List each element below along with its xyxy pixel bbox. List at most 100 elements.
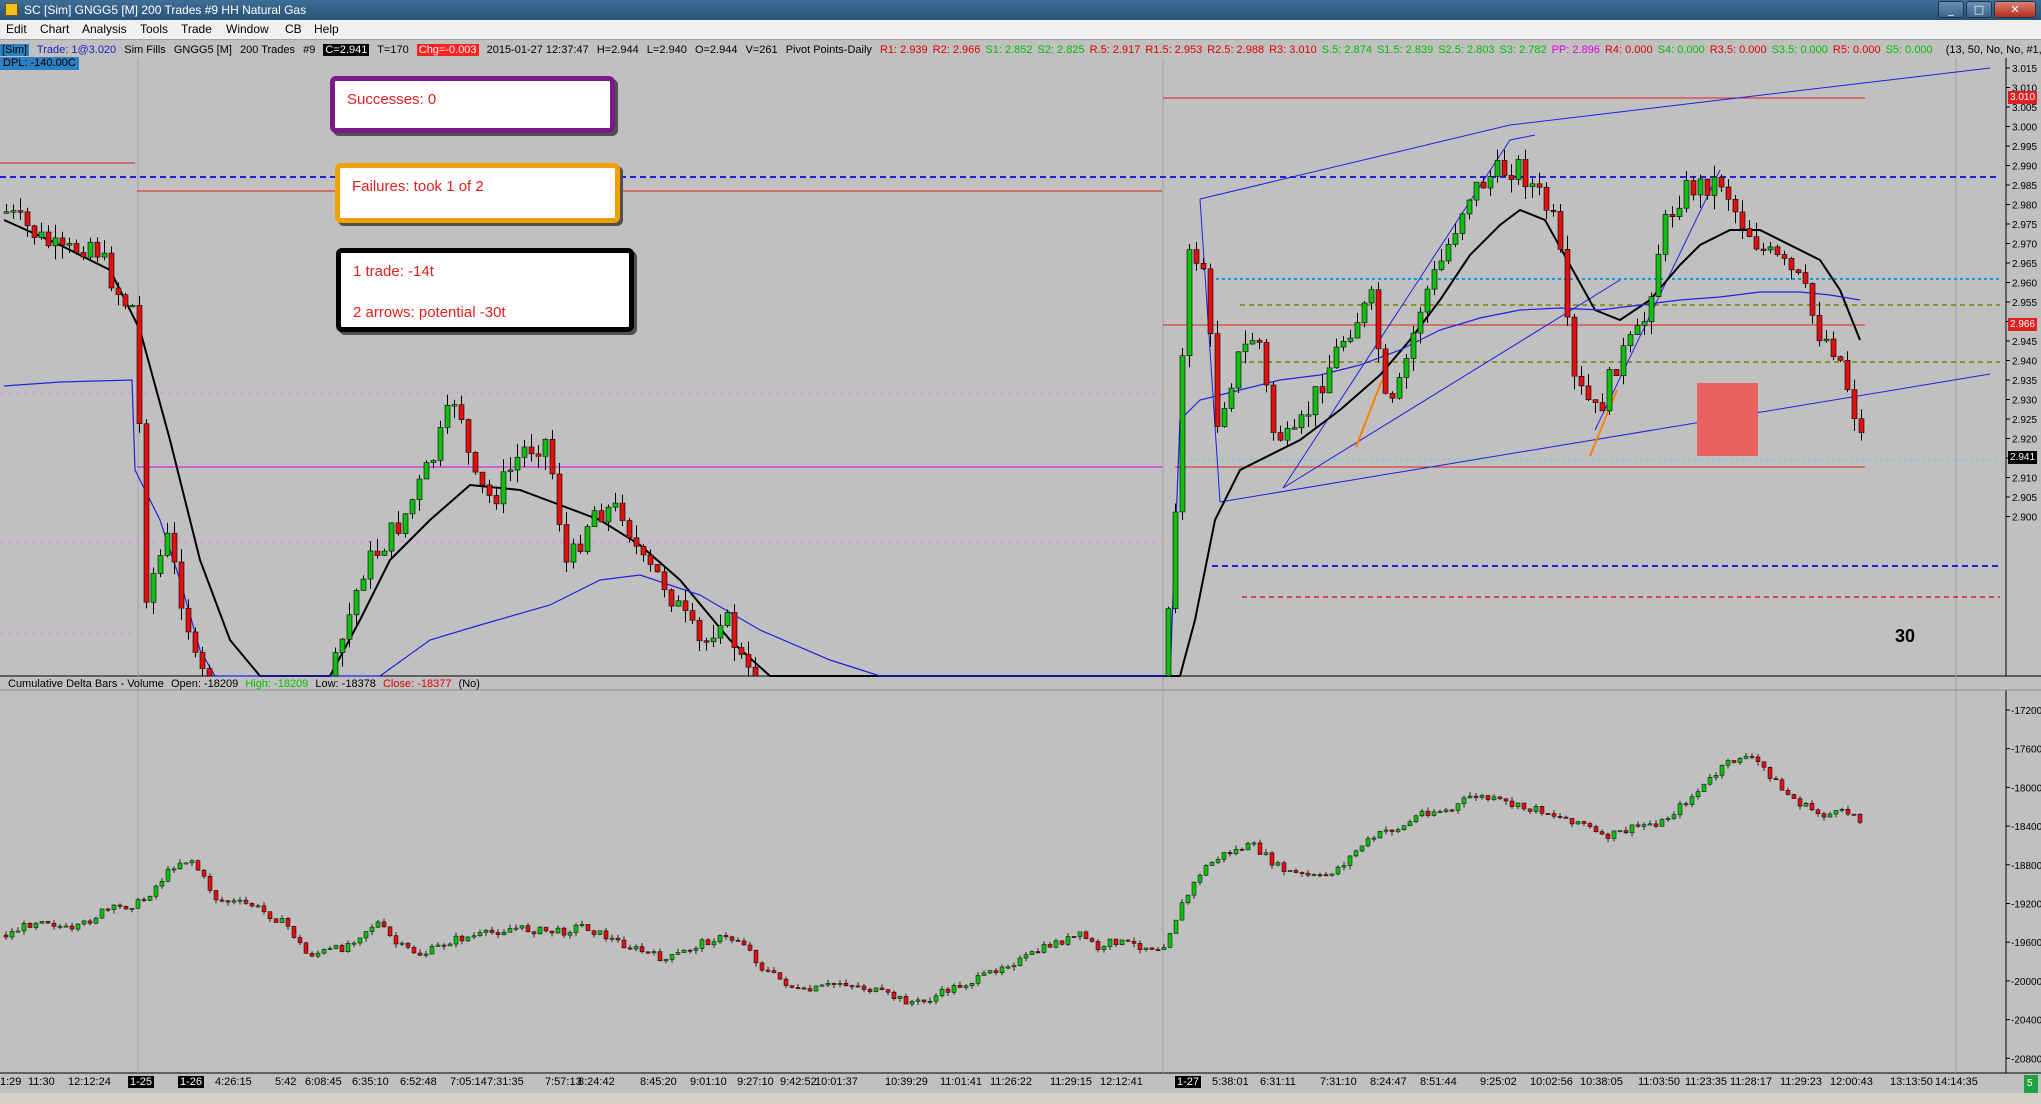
- time-axis-label: 11:03:50: [1638, 1076, 1681, 1088]
- delta-candle: [1371, 837, 1377, 840]
- delta-candle: [1569, 818, 1575, 825]
- price-tick-label: 2.935: [2012, 376, 2037, 387]
- menu-bar: Edit Chart Analysis Tools Trade Window C…: [0, 20, 2041, 40]
- menu-tools[interactable]: Tools: [140, 22, 168, 37]
- price-candle: [703, 640, 710, 643]
- price-candle: [381, 550, 388, 556]
- delta-candle: [1545, 813, 1551, 815]
- price-candle: [1312, 386, 1319, 416]
- menu-analysis[interactable]: Analysis: [82, 22, 127, 37]
- delta-candle: [519, 925, 525, 929]
- price-candle: [731, 612, 738, 648]
- price-candle: [1718, 176, 1725, 188]
- delta-candle: [129, 908, 135, 910]
- price-candle: [1438, 260, 1445, 270]
- maximize-button[interactable]: □: [1966, 1, 1992, 18]
- delta-candle: [489, 929, 495, 933]
- price-candle: [1816, 314, 1823, 342]
- delta-candle: [1323, 874, 1329, 877]
- menu-chart[interactable]: Chart: [40, 22, 69, 37]
- price-candle: [80, 252, 87, 258]
- price-tick-label: 2.980: [2012, 201, 2037, 212]
- delta-candle: [1173, 919, 1179, 934]
- delta-candle: [135, 899, 141, 909]
- delta-candle: [1479, 795, 1485, 798]
- price-tick-label: 2.970: [2012, 240, 2037, 251]
- delta-candle: [81, 920, 87, 925]
- delta-candle: [105, 908, 111, 911]
- menu-cb[interactable]: CB: [285, 22, 302, 37]
- time-axis-label: 6:35:10: [352, 1076, 389, 1088]
- delta-candle: [507, 928, 513, 933]
- delta-candle: [441, 944, 447, 947]
- price-candle: [486, 484, 493, 496]
- delta-candle: [1827, 813, 1833, 818]
- price-tick-label: 3.015: [2012, 64, 2037, 75]
- delta-candle: [1083, 931, 1089, 939]
- price-candle: [752, 666, 759, 677]
- delta-candle: [1731, 760, 1737, 763]
- time-axis-label: 10:39:29: [885, 1076, 928, 1088]
- delta-candle: [939, 988, 945, 997]
- delta-candle: [147, 895, 153, 901]
- price-candle: [24, 211, 31, 227]
- price-candle: [87, 241, 94, 258]
- delta-candle: [1305, 872, 1311, 876]
- delta-candle: [261, 905, 267, 912]
- delta-candle: [1251, 842, 1257, 845]
- delta-candle: [1101, 946, 1107, 950]
- delta-candle: [1437, 811, 1443, 814]
- delta-candle: [801, 987, 807, 990]
- delta-candle: [1797, 798, 1803, 807]
- menu-window[interactable]: Window: [226, 22, 269, 37]
- time-axis-label: 12:12:41: [1100, 1076, 1143, 1088]
- menu-edit[interactable]: Edit: [6, 22, 27, 37]
- delta-candle: [1395, 829, 1401, 832]
- window-title-bar[interactable]: SC [Sim] GNGG5 [M] 200 Trades #9 HH Natu…: [0, 0, 2041, 20]
- delta-candle: [93, 917, 99, 924]
- delta-candle: [1347, 855, 1353, 866]
- price-candle: [1354, 322, 1361, 339]
- menu-help[interactable]: Help: [314, 22, 339, 37]
- delta-candle: [501, 932, 507, 935]
- delta-candle: [579, 924, 585, 926]
- delta-candle: [789, 985, 795, 988]
- delta-candle: [495, 932, 501, 935]
- delta-candle: [1275, 862, 1281, 866]
- price-candle: [654, 564, 661, 573]
- delta-candle: [483, 929, 489, 933]
- price-candle: [430, 460, 437, 463]
- scroll-end-label: 5: [2027, 1078, 2033, 1089]
- price-tick-label: 2.920: [2012, 435, 2037, 446]
- delta-candle: [1119, 939, 1125, 945]
- price-candle: [1235, 351, 1242, 389]
- delta-candle: [687, 949, 693, 952]
- delta-candle: [1629, 824, 1635, 834]
- delta-candle: [1653, 823, 1659, 827]
- time-axis-label: 7:05:14: [450, 1076, 487, 1088]
- delta-candle: [981, 972, 987, 976]
- price-candle: [661, 571, 668, 591]
- delta-candle: [255, 905, 261, 908]
- price-candle: [1403, 358, 1410, 378]
- price-candle: [1207, 268, 1214, 334]
- minimize-button[interactable]: _: [1938, 1, 1964, 18]
- delta-candle: [15, 930, 21, 933]
- menu-trade[interactable]: Trade: [181, 22, 212, 37]
- price-candle: [1851, 389, 1858, 420]
- delta-candle: [471, 935, 477, 938]
- chart-canvas[interactable]: 3.015 3.0103.005 3.000 2.995 2.990 2.985 2.980…: [0, 40, 2041, 1104]
- delta-candle: [651, 951, 657, 954]
- price-candle: [1284, 427, 1291, 441]
- price-candle: [1774, 246, 1781, 255]
- delta-candle: [1497, 796, 1503, 800]
- price-candle: [1200, 263, 1207, 270]
- delta-candle: [537, 926, 543, 935]
- price-candle: [45, 231, 52, 247]
- delta-candle: [717, 935, 723, 943]
- delta-candle: [1677, 803, 1683, 816]
- delta-tick-label: -17600: [2011, 745, 2041, 756]
- price-candle: [1641, 321, 1648, 326]
- close-button[interactable]: ✕: [1994, 1, 2036, 18]
- scroll-to-end-button[interactable]: 5: [2024, 1075, 2038, 1093]
